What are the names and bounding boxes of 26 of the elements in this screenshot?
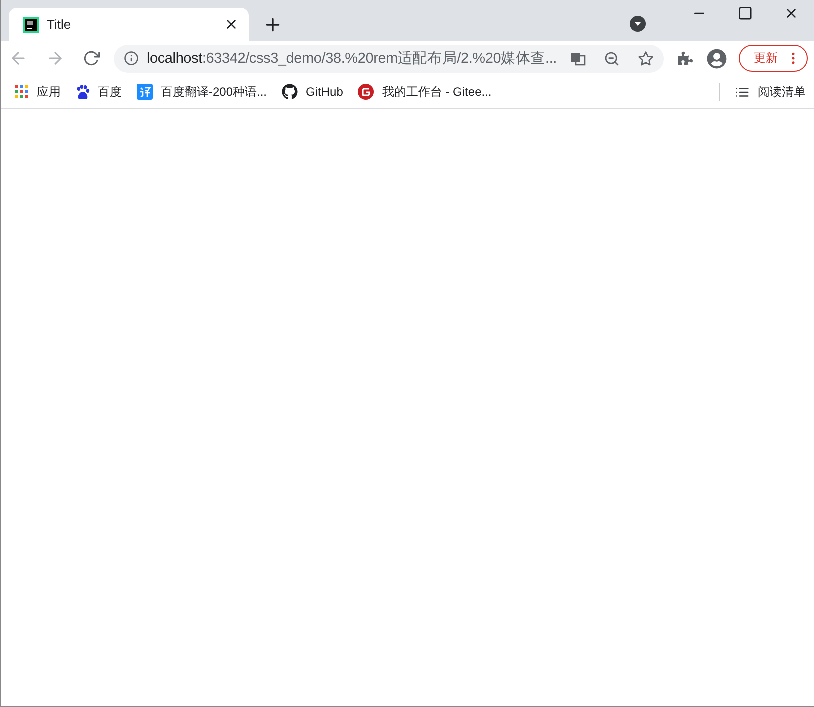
translate-icon bbox=[137, 84, 153, 100]
translate-page-icon[interactable] bbox=[570, 50, 586, 66]
zoom-out-icon[interactable] bbox=[604, 50, 620, 66]
close-tab-icon[interactable] bbox=[224, 17, 239, 32]
extensions-icon[interactable] bbox=[678, 51, 693, 66]
bookmark-link[interactable]: 应用 bbox=[15, 84, 61, 100]
bookmark-link[interactable]: 我的工作台 - Gitee... bbox=[358, 84, 492, 100]
browser-tab[interactable]: Title bbox=[9, 8, 249, 41]
paw-icon bbox=[76, 84, 90, 100]
profile-icon[interactable] bbox=[707, 48, 727, 68]
github-icon bbox=[282, 84, 298, 100]
gitee-logo-icon bbox=[358, 84, 374, 100]
bookmark-link[interactable]: GitHub bbox=[282, 84, 344, 100]
reload-icon[interactable] bbox=[83, 50, 100, 67]
info-icon[interactable] bbox=[124, 51, 139, 66]
reading-list-button[interactable]: 阅读清单 bbox=[735, 84, 806, 100]
bookmark-link[interactable]: 百度翻译-200种语... bbox=[137, 84, 268, 100]
star-icon[interactable] bbox=[638, 50, 654, 66]
address-bar[interactable]: localhost:63342/css3_demo/38.%20rem适配布局/2.%20媒体查... bbox=[114, 44, 664, 72]
bookmark-link[interactable]: 百度 bbox=[76, 84, 122, 100]
update-button[interactable]: 更新 bbox=[739, 45, 808, 72]
address-text: localhost:63342/css3_demo/38.%20rem适配布局/2.%20媒体查... bbox=[147, 50, 558, 68]
tab-title: Title bbox=[47, 17, 72, 32]
app-logo-icon bbox=[23, 16, 39, 32]
apps-grid-icon bbox=[15, 85, 29, 99]
tab-search-icon[interactable] bbox=[630, 16, 646, 32]
